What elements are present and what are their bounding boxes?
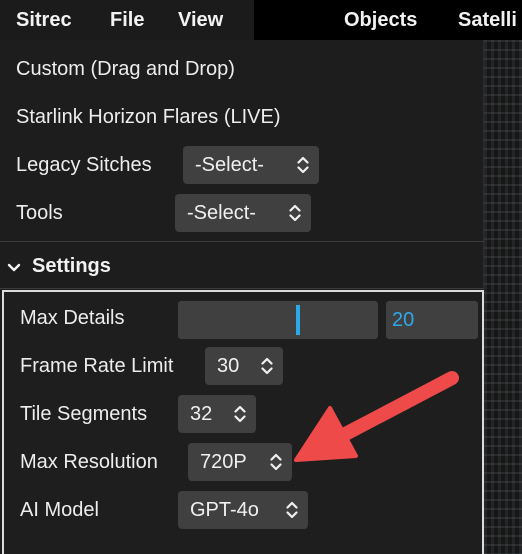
updown-arrows-icon — [297, 155, 309, 175]
max-resolution-label: Max Resolution — [20, 451, 158, 473]
max-details-slider[interactable] — [178, 301, 378, 339]
max-details-label: Max Details — [20, 307, 125, 329]
settings-box: Max Details 20 Frame Rate Limit 30 Tile … — [2, 290, 484, 554]
menu-item-custom-drag-drop[interactable]: Custom (Drag and Drop) — [0, 45, 484, 93]
max-details-row: Max Details 20 — [4, 294, 482, 342]
ai-model-value: GPT-4o — [190, 498, 259, 521]
ai-model-select[interactable]: GPT-4o — [178, 491, 308, 529]
legacy-sitches-row: Legacy Sitches -Select- — [0, 141, 484, 189]
file-menu-panel: Custom (Drag and Drop) Starlink Horizon … — [0, 40, 484, 554]
menu-item-starlink-flares[interactable]: Starlink Horizon Flares (LIVE) — [0, 93, 484, 141]
menu-file[interactable]: File — [110, 0, 144, 40]
legacy-sitches-value: -Select- — [195, 153, 264, 176]
background-texture — [484, 40, 522, 554]
max-details-value-field[interactable]: 20 — [386, 301, 478, 339]
settings-folder-header[interactable]: Settings — [0, 242, 484, 290]
tools-value: -Select- — [187, 201, 256, 224]
menu-satellites[interactable]: Satelli — [458, 0, 517, 40]
menubar: Sitrec File View Objects Satelli — [0, 0, 522, 40]
tools-label: Tools — [16, 201, 63, 224]
ai-model-row: AI Model GPT-4o — [4, 486, 482, 534]
updown-arrows-icon — [234, 404, 246, 424]
divider — [0, 288, 484, 289]
legacy-sitches-label: Legacy Sitches — [16, 153, 152, 176]
tools-select[interactable]: -Select- — [175, 194, 311, 232]
max-resolution-row: Max Resolution 720P — [4, 438, 482, 486]
updown-arrows-icon — [261, 356, 273, 376]
starlink-flares-label: Starlink Horizon Flares (LIVE) — [16, 105, 281, 128]
updown-arrows-icon — [286, 500, 298, 520]
frame-rate-limit-value: 30 — [217, 354, 240, 377]
slider-thumb[interactable] — [296, 305, 300, 335]
chevron-down-icon — [7, 260, 21, 278]
tile-segments-row: Tile Segments 32 — [4, 390, 482, 438]
menu-objects[interactable]: Objects — [344, 0, 417, 40]
settings-title: Settings — [32, 255, 111, 277]
updown-arrows-icon — [270, 452, 282, 472]
frame-rate-limit-row: Frame Rate Limit 30 — [4, 342, 482, 390]
tools-row: Tools -Select- — [0, 189, 484, 237]
updown-arrows-icon — [289, 203, 301, 223]
menu-view[interactable]: View — [178, 0, 223, 40]
tile-segments-select[interactable]: 32 — [178, 395, 256, 433]
tile-segments-label: Tile Segments — [20, 403, 148, 425]
custom-drag-drop-label: Custom (Drag and Drop) — [16, 57, 235, 80]
legacy-sitches-select[interactable]: -Select- — [183, 146, 319, 184]
frame-rate-limit-label: Frame Rate Limit — [20, 355, 174, 377]
max-resolution-value: 720P — [200, 450, 247, 473]
menu-sitrec[interactable]: Sitrec — [16, 0, 72, 40]
ai-model-label: AI Model — [20, 499, 99, 521]
frame-rate-limit-select[interactable]: 30 — [205, 347, 283, 385]
max-resolution-select[interactable]: 720P — [188, 443, 292, 481]
tile-segments-value: 32 — [190, 402, 213, 425]
